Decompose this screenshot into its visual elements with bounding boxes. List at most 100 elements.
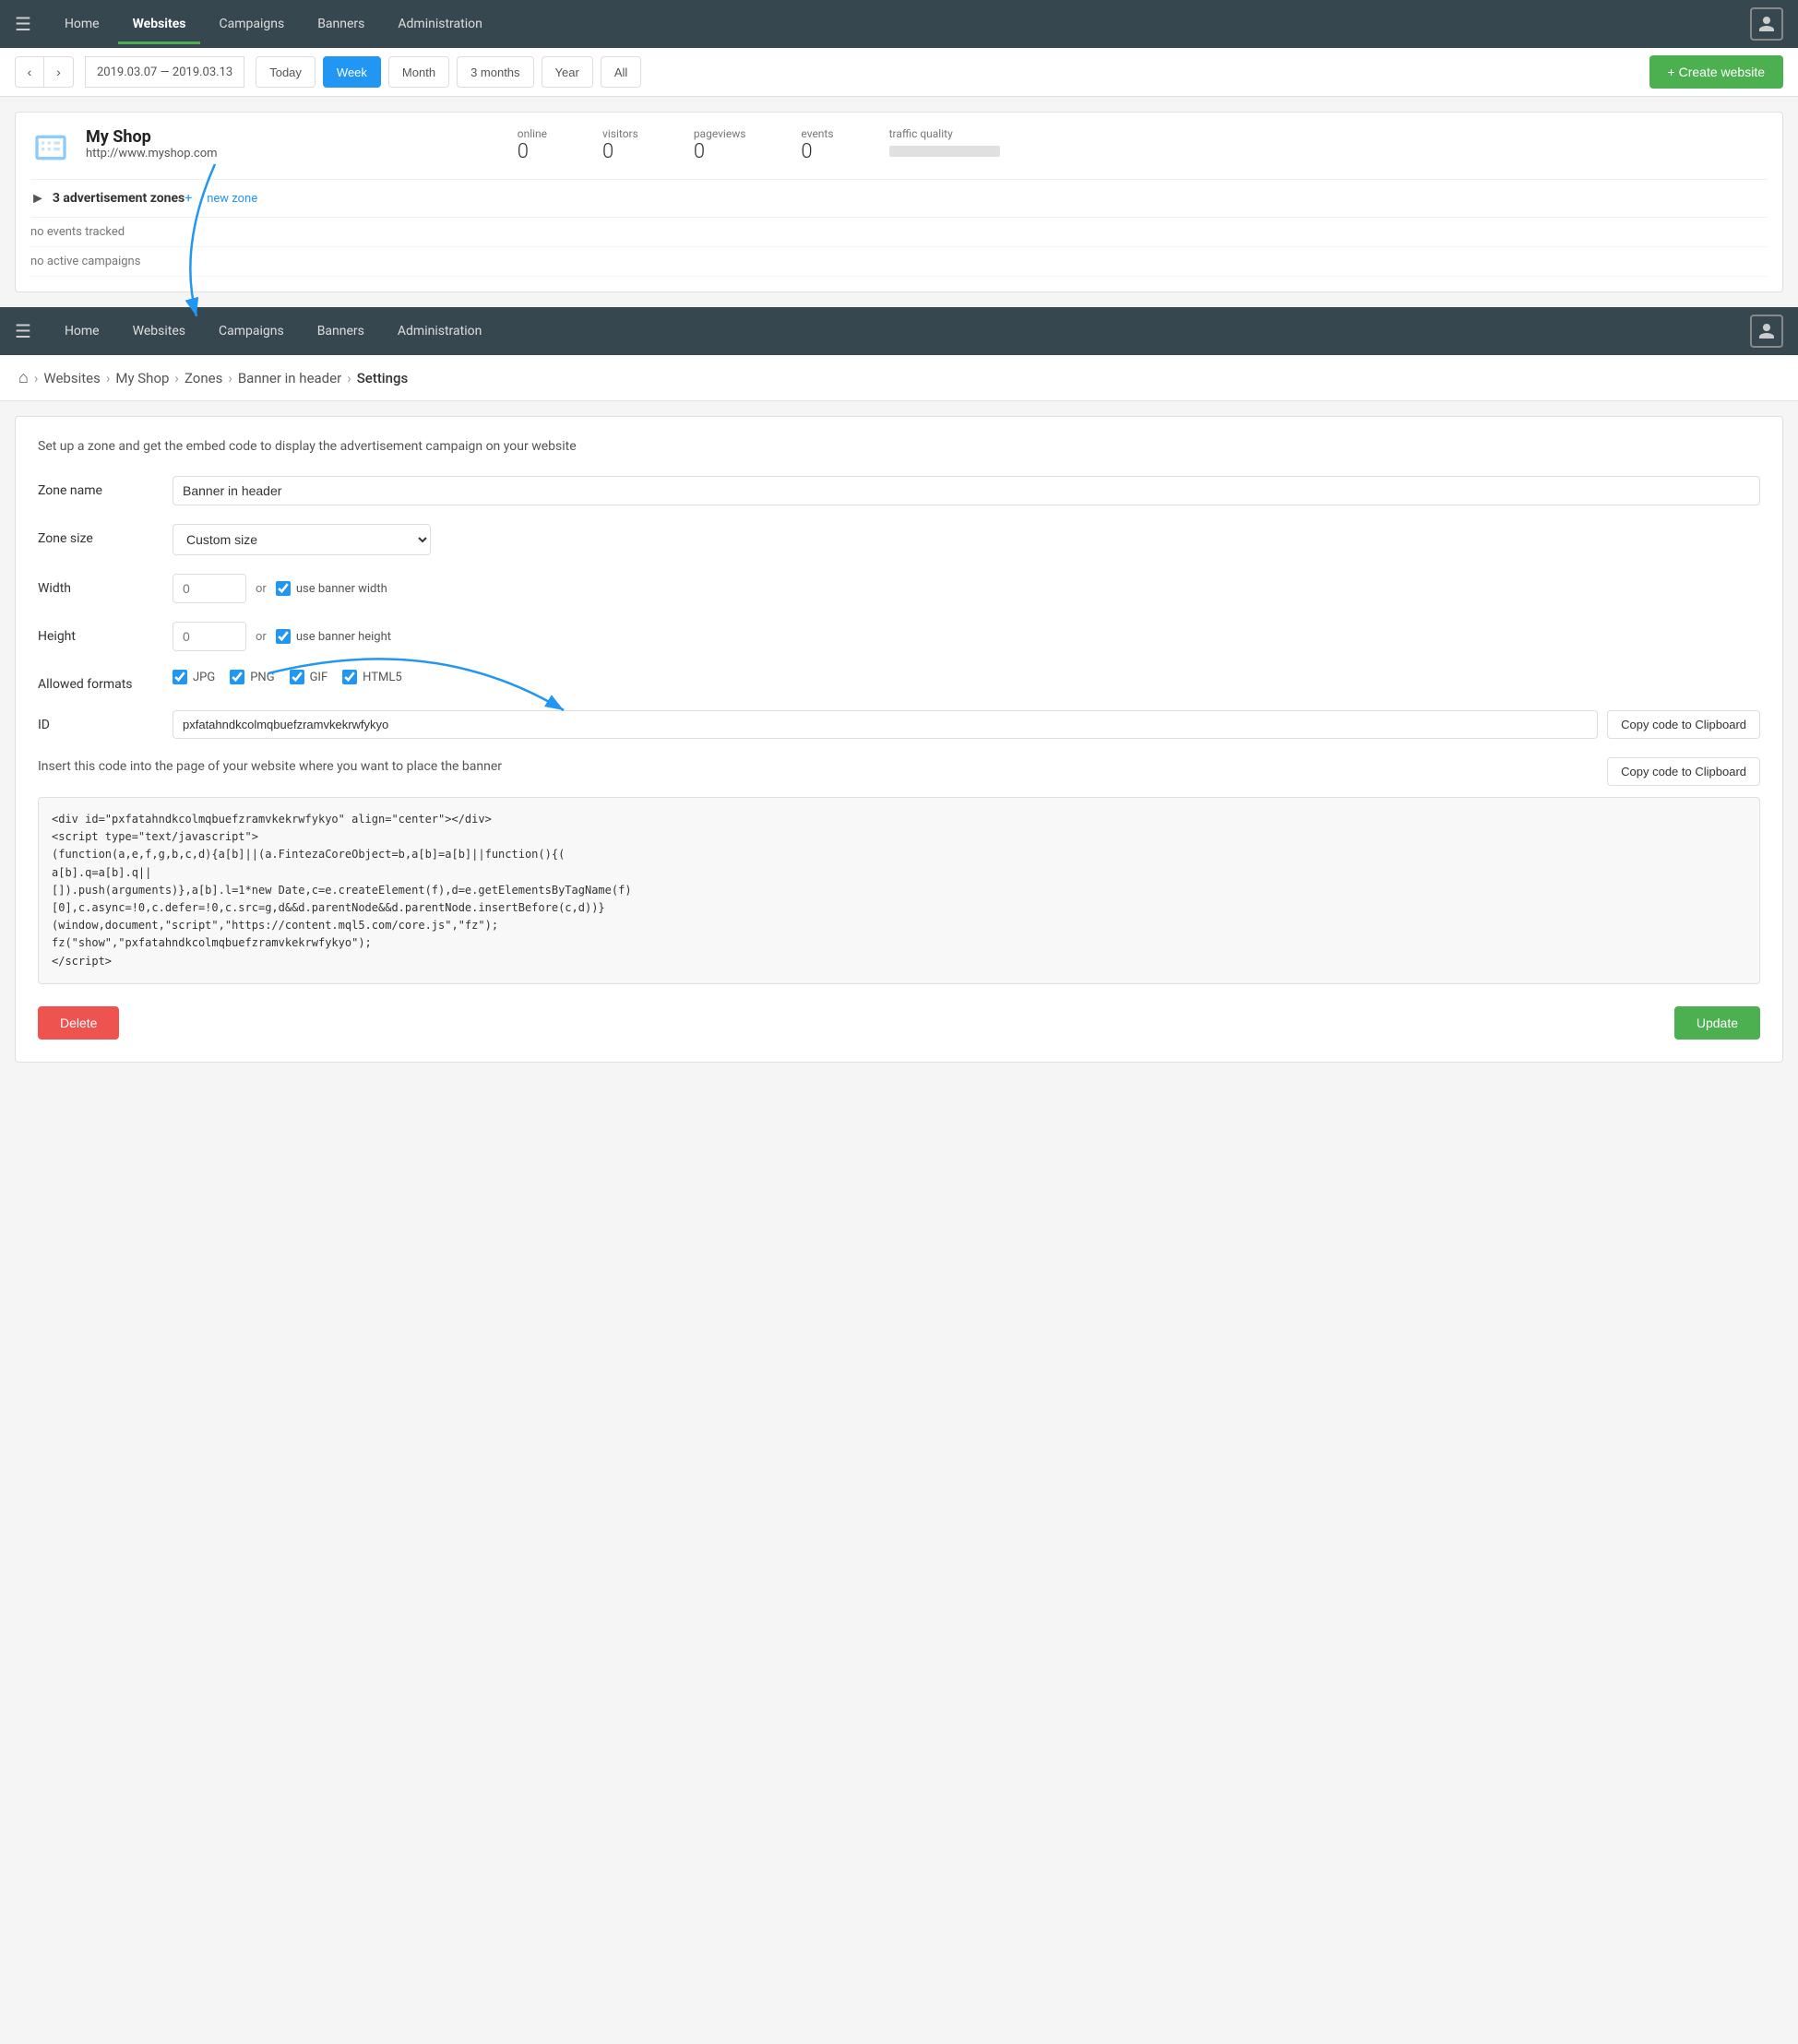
code-block: <div id="pxfatahndkcolmqbuefzramvkekrwfy… [38, 797, 1760, 984]
update-button[interactable]: Update [1674, 1006, 1760, 1040]
id-control: Copy code to Clipboard [173, 710, 1760, 739]
breadcrumb-zones[interactable]: Zones [185, 370, 222, 386]
stat-events: events 0 [801, 127, 833, 163]
nav-home-2[interactable]: Home [50, 311, 114, 351]
delete-button[interactable]: Delete [38, 1006, 119, 1040]
traffic-bar [889, 146, 1000, 157]
zone-name-control [173, 476, 1760, 505]
format-png-label[interactable]: PNG [230, 670, 274, 684]
format-jpg-label[interactable]: JPG [173, 670, 215, 684]
nav-links-top: Home Websites Campaigns Banners Administ… [50, 4, 1750, 44]
nav-websites-1[interactable]: Websites [118, 4, 201, 44]
zone-size-control: Custom size [173, 524, 1760, 555]
zone-name-label: Zone name [38, 476, 158, 498]
nav-banners-1[interactable]: Banners [303, 4, 379, 44]
breadcrumb-sep-1: › [34, 370, 39, 386]
nav-campaigns-2[interactable]: Campaigns [204, 311, 299, 351]
zone-name-input[interactable] [173, 476, 1760, 505]
id-input[interactable] [173, 710, 1598, 739]
form-row-width: Width or use banner width [38, 574, 1760, 603]
nav-banners-2[interactable]: Banners [303, 311, 379, 351]
stat-traffic: traffic quality [889, 127, 1000, 157]
width-check-text: use banner width [296, 582, 387, 596]
website-info: My Shop http://www.myshop.com [86, 127, 503, 160]
nav-admin-1[interactable]: Administration [383, 4, 496, 44]
settings-description: Set up a zone and get the embed code to … [38, 439, 1760, 454]
breadcrumb-sep-2: › [106, 370, 111, 386]
no-campaigns-row: no active campaigns [30, 247, 1768, 277]
copy-id-button[interactable]: Copy code to Clipboard [1607, 710, 1760, 739]
form-row-zone-name: Zone name [38, 476, 1760, 505]
website-icon [30, 127, 71, 168]
form-row-zone-size: Zone size Custom size [38, 524, 1760, 555]
format-jpg-checkbox[interactable] [173, 670, 187, 684]
zones-row: ► 3 advertisement zones + new zone [30, 180, 1768, 218]
user-avatar-1[interactable] [1750, 7, 1783, 41]
insert-code-section: Insert this code into the page of your w… [38, 757, 1760, 984]
format-png-text: PNG [250, 671, 274, 684]
format-jpg-text: JPG [193, 671, 215, 684]
period-month[interactable]: Month [388, 56, 449, 88]
width-control: or use banner width [173, 574, 1760, 603]
period-year[interactable]: Year [542, 56, 593, 88]
breadcrumb-home[interactable]: ⌂ [18, 368, 29, 387]
period-today[interactable]: Today [256, 56, 316, 88]
format-png-checkbox[interactable] [230, 670, 244, 684]
action-row: Delete Update [38, 1006, 1760, 1040]
formats-control: JPG PNG GIF HTML5 [173, 670, 1760, 684]
nav-websites-2[interactable]: Websites [118, 311, 200, 351]
height-or: or [256, 630, 267, 644]
format-html5-checkbox[interactable] [342, 670, 357, 684]
date-range: 2019.03.07 — 2019.03.13 [85, 56, 244, 88]
format-gif-text: GIF [310, 671, 328, 684]
new-zone-link[interactable]: new zone [207, 192, 257, 206]
website-stats: online 0 visitors 0 pageviews 0 events 0… [518, 127, 1768, 163]
date-prev[interactable]: ‹ [15, 56, 44, 88]
no-events-row: no events tracked [30, 218, 1768, 247]
height-input[interactable] [173, 622, 246, 651]
breadcrumb-sep-3: › [174, 370, 179, 386]
form-row-id: ID Copy code to Clipboard [38, 710, 1760, 739]
period-week[interactable]: Week [323, 56, 381, 88]
form-row-height: Height or use banner height [38, 622, 1760, 651]
breadcrumb-sep-5: › [347, 370, 351, 386]
width-input[interactable] [173, 574, 246, 603]
formats-label: Allowed formats [38, 670, 158, 692]
hamburger-icon-2[interactable]: ☰ [15, 320, 31, 342]
hamburger-icon[interactable]: ☰ [15, 13, 31, 35]
nav-campaigns-1[interactable]: Campaigns [204, 4, 299, 44]
zones-toggle[interactable]: ► [30, 189, 45, 208]
height-checkbox-label[interactable]: use banner height [276, 629, 391, 644]
height-check-text: use banner height [296, 630, 391, 644]
breadcrumb-myshop[interactable]: My Shop [115, 370, 169, 386]
zone-size-select[interactable]: Custom size [173, 524, 431, 555]
format-gif-checkbox[interactable] [290, 670, 304, 684]
website-url: http://www.myshop.com [86, 147, 503, 160]
breadcrumb-banner[interactable]: Banner in header [238, 370, 341, 386]
copy-code-button[interactable]: Copy code to Clipboard [1607, 757, 1760, 786]
period-all[interactable]: All [601, 56, 641, 88]
period-3months[interactable]: 3 months [457, 56, 533, 88]
nav-home-1[interactable]: Home [50, 4, 114, 44]
website-main-row: My Shop http://www.myshop.com online 0 v… [30, 127, 1768, 180]
zones-label: 3 advertisement zones [53, 191, 185, 206]
format-html5-label[interactable]: HTML5 [342, 670, 402, 684]
datebar: ‹ › 2019.03.07 — 2019.03.13 Today Week M… [0, 48, 1798, 97]
stat-visitors: visitors 0 [602, 127, 638, 163]
height-label: Height [38, 622, 158, 644]
breadcrumb-websites[interactable]: Websites [43, 370, 100, 386]
plus-icon: + [185, 191, 192, 206]
format-gif-label[interactable]: GIF [290, 670, 328, 684]
height-checkbox[interactable] [276, 629, 291, 644]
user-avatar-2[interactable] [1750, 315, 1783, 348]
date-next[interactable]: › [44, 56, 74, 88]
width-checkbox-label[interactable]: use banner width [276, 581, 387, 596]
form-row-formats: Allowed formats JPG PNG GIF HTML5 [38, 670, 1760, 692]
id-label: ID [38, 710, 158, 732]
breadcrumb: ⌂ › Websites › My Shop › Zones › Banner … [0, 355, 1798, 401]
width-checkbox[interactable] [276, 581, 291, 596]
breadcrumb-sep-4: › [228, 370, 232, 386]
website-name: My Shop [86, 127, 503, 147]
create-website-button[interactable]: + Create website [1649, 55, 1783, 89]
nav-admin-2[interactable]: Administration [383, 311, 496, 351]
